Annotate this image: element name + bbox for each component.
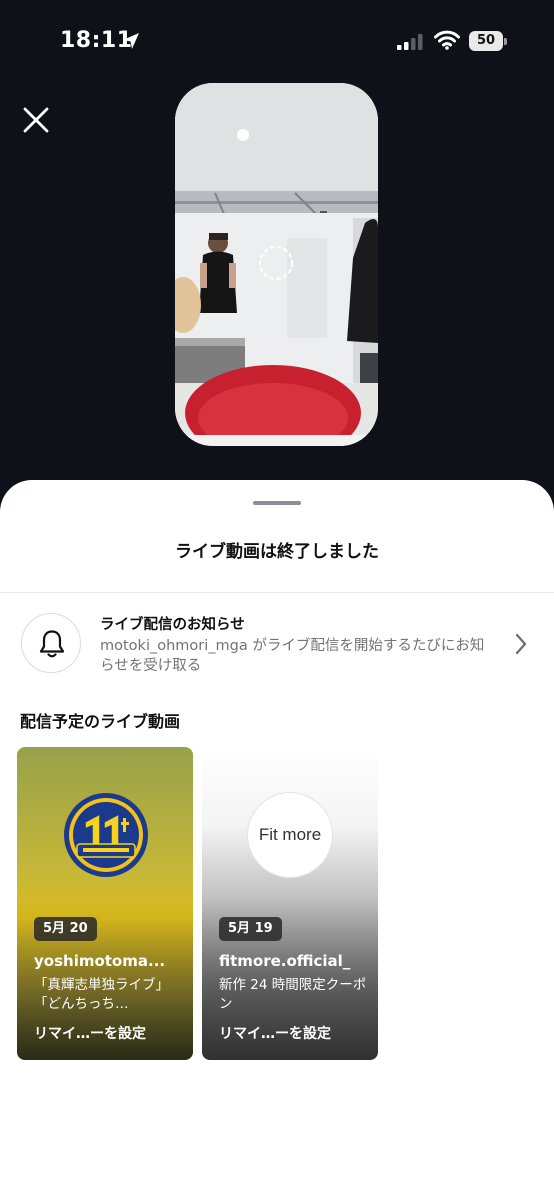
date-badge: 5月 19 [219,917,282,941]
live-video-preview[interactable] [175,83,378,446]
card-username: fitmore.official_ [219,952,351,970]
fitmore-logo: Fit more [247,792,333,878]
battery-level: 50 [469,31,503,51]
bell-icon [39,630,65,658]
bottom-sheet: ライブ動画は終了しました ライブ配信のお知らせ motoki_ohmori_mg… [0,480,554,1200]
notification-title: ライブ配信のお知らせ [100,617,245,633]
battery-cap [504,38,507,45]
date-badge: 5月 20 [34,917,97,941]
scheduled-live-card[interactable]: 5月 20 yoshimotoma... 「真輝志単独ライブ」「どんちっち… リ… [17,747,193,1060]
card-description: 新作 24 時間限定クーポン [219,977,367,1012]
bell-icon-container [21,613,81,673]
sheet-title: ライブ動画は終了しました [175,542,379,562]
notification-description: motoki_ohmori_mga がライブ配信を開始するたびにお知らせを受け取… [100,638,485,674]
set-reminder-button[interactable]: リマイ…ーを設定 [219,1023,331,1043]
battery-icon: 50 [469,31,507,51]
live-notification-row[interactable]: ライブ配信のお知らせ motoki_ohmori_mga がライブ配信を開始する… [0,593,554,691]
close-icon[interactable] [20,104,52,136]
set-reminder-button[interactable]: リマイ…ーを設定 [34,1023,146,1043]
scheduled-live-card[interactable]: Fit more 5月 19 fitmore.official_ 新作 24 時… [202,747,378,1060]
card-description: 「真輝志単独ライブ」「どんちっち… [34,977,169,1012]
drag-handle[interactable] [253,501,301,505]
anniversary-logo [64,793,148,877]
loading-spinner-icon [259,246,293,280]
scheduled-section-title: 配信予定のライブ動画 [20,712,181,731]
cellular-signal-icon [397,34,423,50]
status-bar: 18:11 50 [0,0,554,84]
wifi-icon [434,30,460,50]
chevron-right-icon[interactable] [514,633,528,655]
card-username: yoshimotoma... [34,952,166,970]
location-arrow-icon [123,33,139,49]
